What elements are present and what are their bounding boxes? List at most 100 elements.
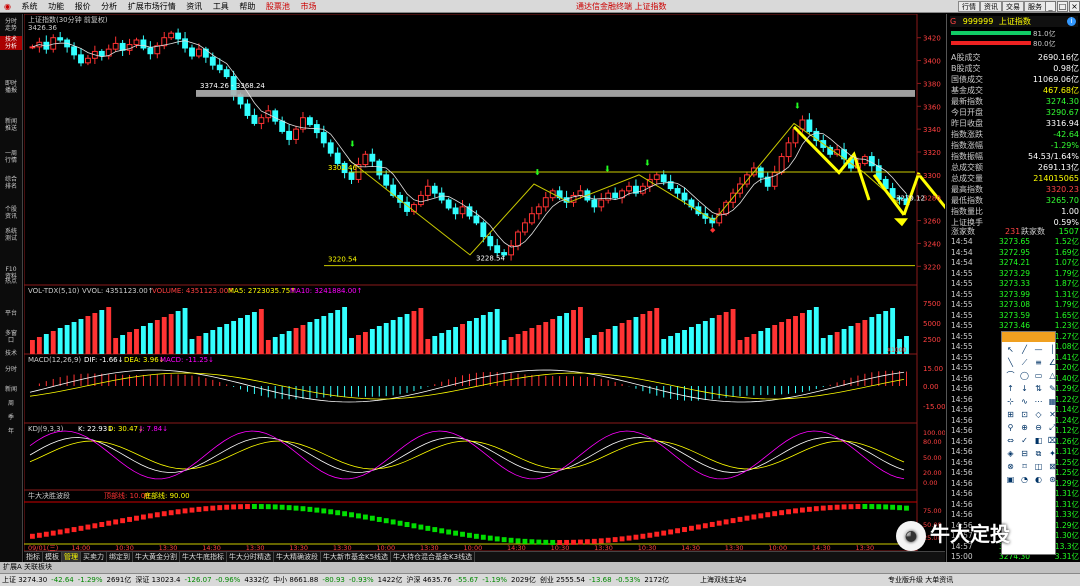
indicator-tab-4[interactable]: 绑定到 [107,552,133,562]
tool-star-icon[interactable]: ✦ [1046,448,1059,460]
left-tab-12[interactable]: 技术 [0,350,22,357]
tool-arc-icon[interactable]: ⌒ [1004,370,1017,382]
tool-circle-icon[interactable]: ◯ [1018,370,1031,382]
nd-band-block [356,513,361,519]
tool-cross-circle-icon[interactable]: ⊗ [1004,461,1017,473]
tab-service[interactable]: 服务 [1024,1,1046,12]
tick-row: 14:55 3273.59 1.65亿 [951,310,1079,321]
left-tab-2[interactable]: 即时播报 [0,80,22,94]
tool-ratio-icon[interactable]: ⇔ [1004,435,1017,447]
left-tab-9[interactable]: 热点 [0,278,22,285]
tool-zoom-out-icon[interactable]: ⊖ [1032,422,1045,434]
menu-tools[interactable]: 工具 [209,0,233,13]
tool-gear-icon[interactable]: ⊛ [1046,474,1059,486]
indicator-tab-8[interactable]: 牛大精确波段 [274,552,321,562]
tool-ray-line-icon[interactable]: ⟋ [1018,357,1031,369]
tool-up-arrow-icon[interactable]: ↑ [1004,383,1017,395]
indicator-tab-6[interactable]: 牛大牛底指标 [180,552,227,562]
left-tab-15[interactable]: 周 [0,400,22,407]
left-tab-3[interactable]: 新闻推送 [0,118,22,132]
left-tab-10[interactable]: 平台 [0,310,22,317]
tool-plus-box-icon[interactable]: ⊞ [1004,409,1017,421]
menu-quotes[interactable]: 报价 [71,0,95,13]
tool-vertical-line-icon[interactable]: │ [1046,344,1059,356]
indicator-tab-10[interactable]: 牛大持仓混合基金K3线选 [391,552,476,562]
indicator-tab-5[interactable]: 牛大黄金分割 [133,552,180,562]
left-tab-1[interactable]: 技术分析 [0,36,22,50]
tool-pointer-icon[interactable]: ↖ [1004,344,1017,356]
status-right-text[interactable]: 专业版升级 大单资讯 [888,574,953,586]
left-tab-4[interactable]: 一周行情 [0,150,22,164]
menu-analysis[interactable]: 分析 [97,0,121,13]
tool-expand-icon[interactable]: ⤢ [1046,422,1059,434]
tab-info[interactable]: 资讯 [980,1,1002,12]
left-tab-13[interactable]: 分时 [0,366,22,373]
info-icon[interactable]: i [1067,17,1076,26]
left-tab-7[interactable]: 系统测试 [0,228,22,242]
indicator-tab-3[interactable]: 买卖力 [81,552,107,562]
left-tab-16[interactable]: 季 [0,414,22,421]
tab-quotes[interactable]: 行情 [958,1,980,12]
tool-trend-line-icon[interactable]: ╱ [1018,344,1031,356]
tool-cancel-box-icon[interactable]: ⌧ [1046,435,1059,447]
menu-system[interactable]: 系统 [18,0,42,13]
maximize-icon[interactable]: □ [1057,1,1068,12]
menu-extended-market[interactable]: 扩展市场行情 [124,0,180,13]
tool-filled-box-icon[interactable]: ▣ [1004,474,1017,486]
menu-stock-pool[interactable]: 股票池 [262,0,294,13]
minimize-icon[interactable]: _ [1045,1,1056,12]
tool-crosshair-icon[interactable]: ⊹ [1004,396,1017,408]
indicator-tab-0[interactable]: 指标 [24,552,43,562]
tab-trade[interactable]: 交易 [1002,1,1024,12]
tool-zoom-in-icon[interactable]: ⊕ [1018,422,1031,434]
tool-down-arrow-icon[interactable]: ↓ [1018,383,1031,395]
tool-pencil-icon[interactable]: ✎ [1046,383,1059,395]
nd-band-block [258,504,264,510]
menu-market[interactable]: 市场 [296,0,320,13]
tool-pie-icon[interactable]: ◔ [1018,474,1031,486]
indicator-tab-1[interactable]: 模板 [43,552,62,562]
tool-rectangle-icon[interactable]: ▭ [1032,370,1045,382]
indicator-tab-7[interactable]: 牛大分时精选 [227,552,274,562]
tool-minus-box-icon[interactable]: ⊟ [1018,448,1031,460]
tool-square-box-icon[interactable]: ⊡ [1018,409,1031,421]
tool-up-down-arrow-icon[interactable]: ⇅ [1032,383,1045,395]
tool-dotted-line-icon[interactable]: ⋯ [1032,396,1045,408]
menu-help[interactable]: 帮助 [235,0,259,13]
tool-marker-icon[interactable]: ◈ [1004,448,1017,460]
left-tab-0[interactable]: 分时走势 [0,18,22,32]
tool-wave-icon[interactable]: ∿ [1018,396,1031,408]
left-tab-17[interactable]: 年 [0,428,22,435]
tool-check-icon[interactable]: ✓ [1018,435,1031,447]
left-tab-11[interactable]: 多窗口 [0,330,22,344]
nd-band-block [106,520,112,526]
left-tab-5[interactable]: 综合排名 [0,176,22,190]
tool-parallel-lines-icon[interactable]: ≡ [1032,357,1045,369]
kline-chart-area[interactable]: ⬇ ⬇ ⬇ ⬇ ⬇ ◆ VOL-TDX(5,10) VVOL: 4351123.00↑ VOL… [23,13,986,552]
extension-bar[interactable]: 扩展A 关联板块 [0,562,1080,573]
tool-copy-icon[interactable]: ⧉ [1032,448,1045,460]
volume-bar [730,309,736,354]
palette-titlebar[interactable] [1002,332,1055,342]
indicator-tab-2[interactable]: 管理 [62,552,81,562]
tool-horizontal-line-icon[interactable]: — [1032,344,1045,356]
menu-info[interactable]: 资讯 [182,0,206,13]
tool-half-circle-icon[interactable]: ◐ [1032,474,1045,486]
tool-diagonal-line-icon[interactable]: ╲ [1004,357,1017,369]
volume-bar [723,312,729,354]
tool-bracket-icon[interactable]: ⌑ [1018,461,1031,473]
tool-angle-icon[interactable]: ∠ [1046,357,1059,369]
tool-half-box-icon[interactable]: ◧ [1032,435,1045,447]
left-tab-14[interactable]: 新闻 [0,386,22,393]
tool-x-box-icon[interactable]: ⊠ [1046,461,1059,473]
tool-triangle-icon[interactable]: △ [1046,370,1059,382]
indicator-tab-9[interactable]: 牛大新市基金K5线选 [321,552,392,562]
tool-frame-icon[interactable]: ◫ [1032,461,1045,473]
tool-diamond-icon[interactable]: ◇ [1032,409,1045,421]
menu-function[interactable]: 功能 [44,0,68,13]
left-tab-6[interactable]: 个股资讯 [0,206,22,220]
tool-delete-icon[interactable]: ✕ [1046,409,1059,421]
tool-grid-icon[interactable]: ▦ [1046,396,1059,408]
tool-magnifier-icon[interactable]: ⚲ [1004,422,1017,434]
close-icon[interactable]: × [1069,1,1080,12]
